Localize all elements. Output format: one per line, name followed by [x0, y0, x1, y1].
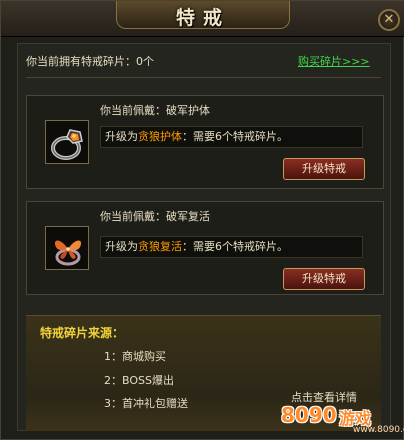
ring-card-2: 你当前佩戴：破军复活 升级为贪狼复活：需要6个特戒碎片。 升级特戒	[26, 201, 384, 295]
source-item: 3：首冲礼包赠送	[104, 397, 188, 410]
title-bar: 特戒 ✕	[1, 1, 404, 37]
current-ring-text: 你当前佩戴：破军复活	[100, 210, 210, 223]
watermark-number: 8090	[281, 403, 337, 427]
ring-card-1: 你当前佩戴：破军护体 升级为贪狼护体：需要6个特戒碎片。 升级特戒	[26, 95, 384, 189]
buy-fragments-link[interactable]: 购买碎片>>>	[298, 53, 370, 69]
divider	[26, 77, 381, 78]
watermark-logo: 8090 游戏 www.8090.com	[269, 383, 404, 440]
source-item: 2：BOSS爆出	[104, 374, 174, 387]
current-ring-text: 你当前佩戴：破军护体	[100, 104, 210, 117]
upgrade-target-name: 贪狼复活	[138, 240, 182, 253]
special-ring-window: 特戒 ✕ 你当前拥有特戒碎片：0个 购买碎片>>> 你当前佩戴：破军护体 升级为…	[0, 0, 404, 440]
close-button[interactable]: ✕	[378, 9, 400, 31]
ring-butterfly-icon	[45, 226, 89, 270]
watermark-url: www.8090.com	[353, 425, 404, 435]
upgrade-ring-button[interactable]: 升级特戒	[283, 158, 365, 180]
owned-fragments-text: 你当前拥有特戒碎片：0个	[26, 55, 154, 68]
owned-fragments-row: 你当前拥有特戒碎片：0个 购买碎片>>>	[26, 53, 376, 71]
upgrade-prefix: 升级为	[105, 130, 138, 143]
source-item: 1：商城购买	[104, 350, 166, 363]
title-cap: 特戒	[116, 1, 290, 29]
upgrade-ring-button[interactable]: 升级特戒	[283, 268, 365, 290]
upgrade-info-bar: 升级为贪狼复活：需要6个特戒碎片。	[100, 236, 363, 258]
upgrade-prefix: 升级为	[105, 240, 138, 253]
sources-title: 特戒碎片来源：	[40, 326, 125, 340]
upgrade-info-bar: 升级为贪狼护体：需要6个特戒碎片。	[100, 126, 363, 148]
window-title: 特戒	[175, 7, 230, 29]
upgrade-requirement: ：需要6个特戒碎片。	[182, 240, 288, 253]
ring-orange-gem-icon	[45, 120, 89, 164]
upgrade-target-name: 贪狼护体	[138, 130, 182, 143]
upgrade-requirement: ：需要6个特戒碎片。	[182, 130, 288, 143]
